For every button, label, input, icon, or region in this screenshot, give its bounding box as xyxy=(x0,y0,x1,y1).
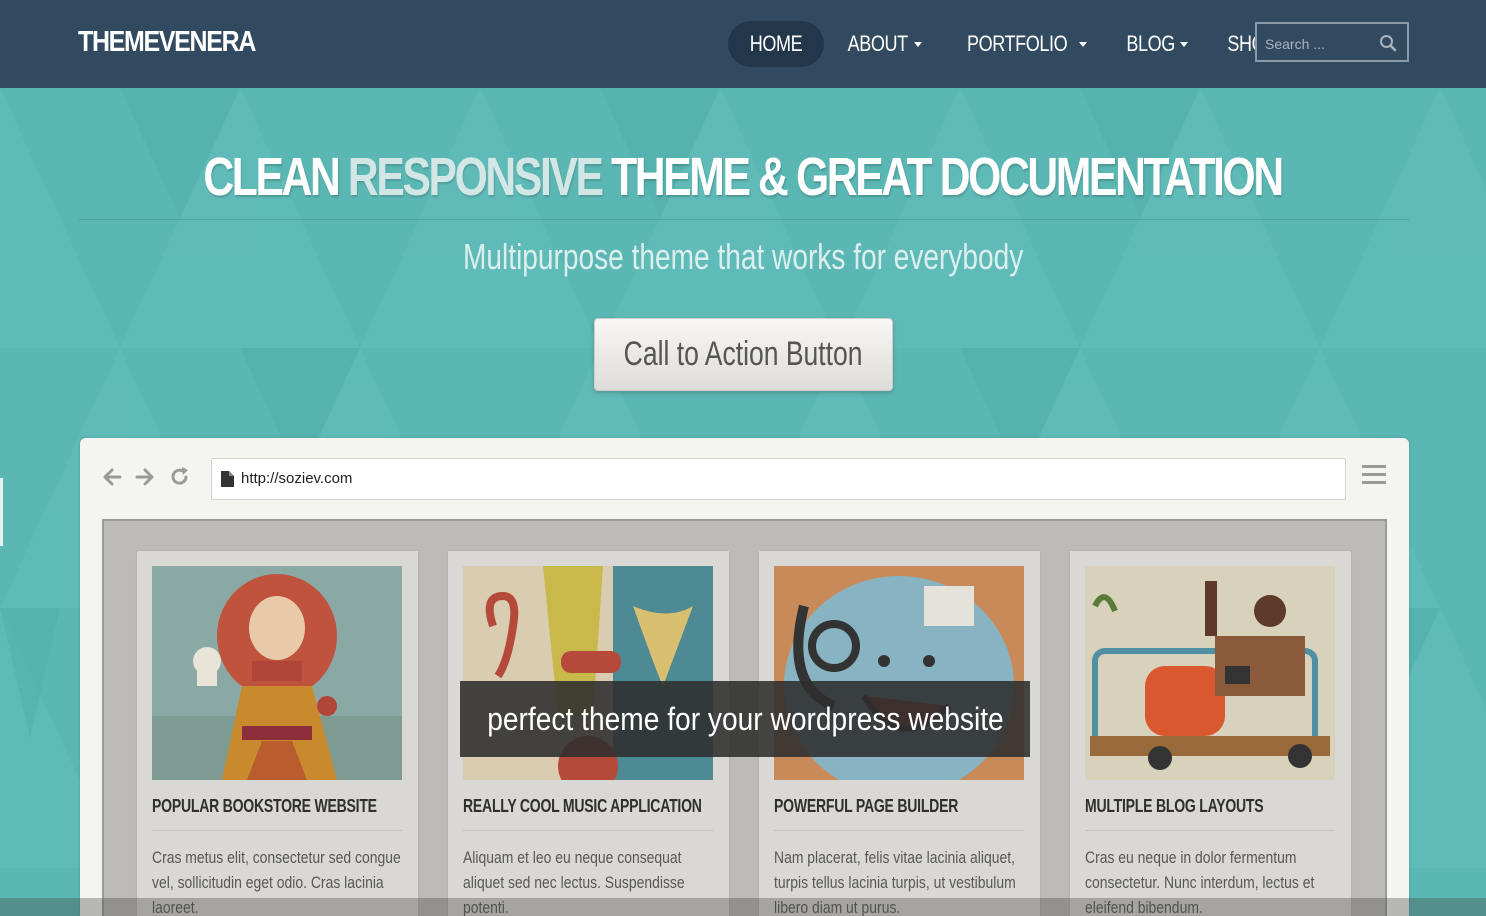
browser-mockup: http://soziev.com POPULAR BOOKSTORE WEBS… xyxy=(80,438,1409,916)
card-divider xyxy=(774,830,1024,831)
portfolio-card[interactable]: MULTIPLE BLOG LAYOUTS Cras eu neque in d… xyxy=(1070,551,1351,916)
card-divider xyxy=(1085,830,1335,831)
cta-label: Call to Action Button xyxy=(624,335,863,373)
nav-item-portfolio[interactable]: PORTFOLIO xyxy=(939,21,1103,67)
site-logo[interactable]: THEMEVENERA xyxy=(78,26,256,59)
url-text: http://soziev.com xyxy=(241,470,353,487)
nav-item-about[interactable]: ABOUT xyxy=(824,21,939,67)
nav-label: BLOG xyxy=(1125,31,1175,56)
nav-label: HOME xyxy=(749,31,803,56)
document-icon xyxy=(221,471,234,487)
hero-title-highlight: RESPONSIVE xyxy=(348,147,604,207)
caret-down-icon xyxy=(914,41,923,47)
bottom-shadow xyxy=(0,898,1486,916)
search-icon[interactable] xyxy=(1379,34,1397,52)
main-nav: HOME ABOUT PORTFOLIO BLOG SHOP xyxy=(728,21,1307,67)
hero-title-part1: CLEAN xyxy=(203,147,341,207)
nav-item-home[interactable]: HOME xyxy=(728,21,824,67)
caret-down-icon xyxy=(1179,41,1188,47)
search-input[interactable] xyxy=(1263,32,1379,56)
hero-divider xyxy=(79,219,1409,220)
nav-label: ABOUT xyxy=(847,31,909,56)
card-divider xyxy=(463,830,713,831)
address-bar[interactable]: http://soziev.com xyxy=(211,458,1346,500)
hero-subtitle: Multipurpose theme that works for everyb… xyxy=(0,236,1486,278)
back-arrow-icon[interactable] xyxy=(101,466,123,488)
reload-icon[interactable] xyxy=(169,466,191,488)
card-title: REALLY COOL MUSIC APPLICATION xyxy=(463,796,702,816)
card-title: MULTIPLE BLOG LAYOUTS xyxy=(1085,796,1264,816)
blog-layouts-illustration xyxy=(1085,566,1335,780)
side-tab[interactable] xyxy=(0,478,3,546)
card-title: POPULAR BOOKSTORE WEBSITE xyxy=(152,796,377,816)
forward-arrow-icon[interactable] xyxy=(134,466,156,488)
caret-down-icon xyxy=(1078,41,1087,47)
browser-viewport: POPULAR BOOKSTORE WEBSITE Cras metus eli… xyxy=(102,519,1387,916)
card-divider xyxy=(152,830,402,831)
portfolio-card[interactable]: POPULAR BOOKSTORE WEBSITE Cras metus eli… xyxy=(137,551,418,916)
site-header: THEMEVENERA HOME ABOUT PORTFOLIO BLOG SH… xyxy=(0,0,1486,88)
hamburger-menu-icon[interactable] xyxy=(1362,464,1386,484)
search-box xyxy=(1255,22,1409,62)
caption-overlay: perfect theme for your wordpress website xyxy=(460,681,1030,757)
nav-item-blog[interactable]: BLOG xyxy=(1104,21,1205,67)
nav-label: PORTFOLIO xyxy=(967,31,1068,56)
hero-title: CLEAN RESPONSIVE THEME & GREAT DOCUMENTA… xyxy=(0,146,1486,208)
card-title: POWERFUL PAGE BUILDER xyxy=(774,796,959,816)
bookstore-illustration xyxy=(152,566,402,780)
call-to-action-button[interactable]: Call to Action Button xyxy=(594,318,893,391)
hero-title-part2: THEME & GREAT DOCUMENTATION xyxy=(611,147,1285,207)
hero-subtitle-text: Multipurpose theme that works for everyb… xyxy=(462,236,1024,277)
overlay-text: perfect theme for your wordpress website xyxy=(486,700,1004,737)
